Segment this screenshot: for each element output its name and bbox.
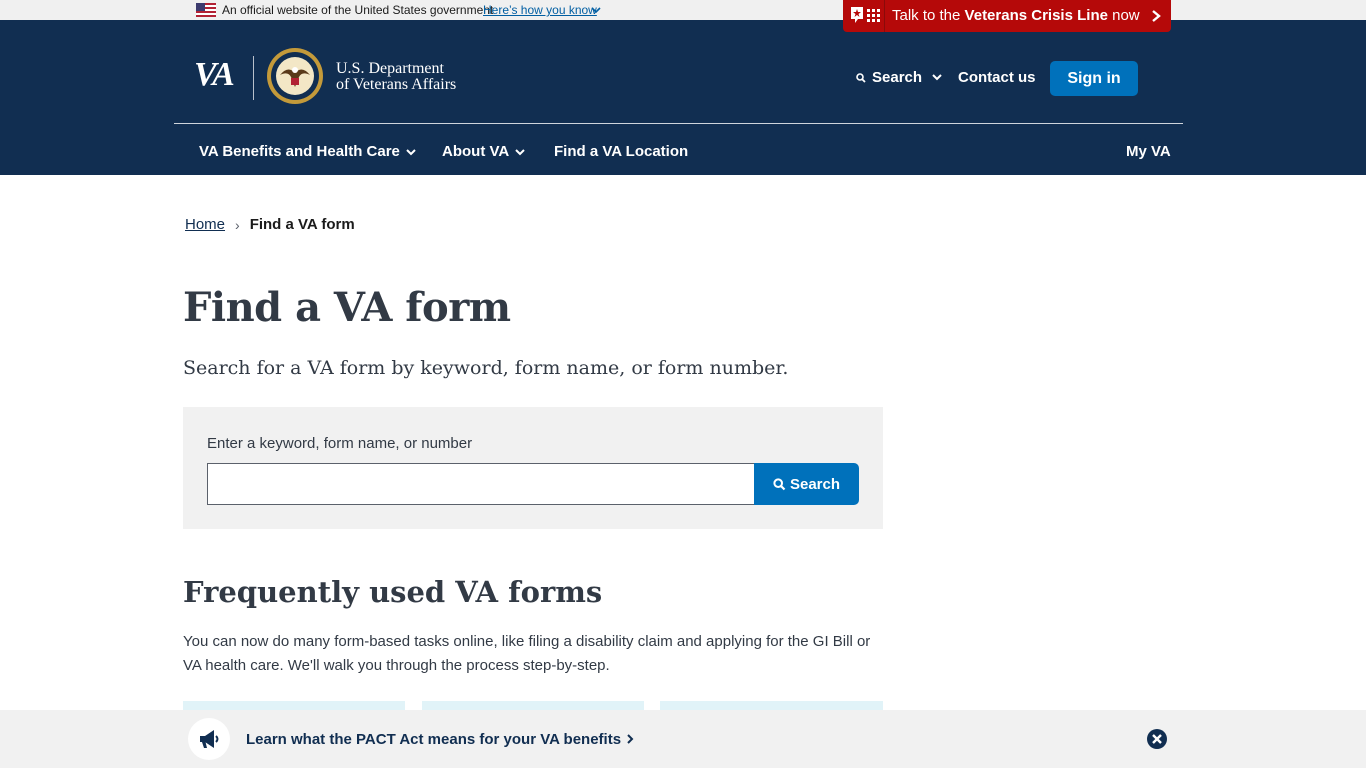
form-search-input[interactable] xyxy=(207,463,755,505)
official-website-text: An official website of the United States… xyxy=(222,3,494,17)
dept-line-2: of Veterans Affairs xyxy=(336,76,457,93)
crisis-divider xyxy=(884,0,885,32)
search-icon xyxy=(773,477,786,490)
form-search-panel: Enter a keyword, form name, or number Se… xyxy=(183,407,883,529)
nav-item-label: VA Benefits and Health Care xyxy=(199,143,400,160)
department-name: U.S. Department of Veterans Affairs xyxy=(336,61,456,93)
breadcrumb-current: Find a VA form xyxy=(249,216,355,233)
breadcrumb-home-link[interactable]: Home xyxy=(185,216,225,233)
va-logo[interactable]: VA xyxy=(194,56,235,94)
pact-act-banner: Learn what the PACT Act means for your V… xyxy=(0,710,1366,768)
how-you-know-link[interactable]: Here’s how you know xyxy=(483,3,597,17)
close-icon[interactable] xyxy=(1147,729,1167,749)
chevron-down-icon[interactable] xyxy=(931,71,943,83)
crisis-prefix: Talk to the xyxy=(892,7,965,24)
search-button-label: Search xyxy=(789,475,841,493)
nav-my-va[interactable]: My VA xyxy=(1126,143,1171,160)
pact-act-link-text: Learn what the PACT Act means for your V… xyxy=(246,731,622,748)
chevron-right-icon xyxy=(1152,10,1161,22)
nav-benefits-health-care[interactable]: VA Benefits and Health Care xyxy=(199,143,417,160)
page-title: Find a VA form xyxy=(183,284,511,331)
chevron-right-icon xyxy=(627,734,634,744)
nav-find-va-location[interactable]: Find a VA Location xyxy=(554,143,688,160)
site-header: VA U.S. Department of Veterans Affairs S… xyxy=(0,20,1366,175)
chevron-down-icon xyxy=(406,148,416,155)
pact-act-link[interactable]: Learn what the PACT Act means for your V… xyxy=(246,731,635,748)
nav-item-label: Find a VA Location xyxy=(554,143,689,160)
section-description: You can now do many form-based tasks onl… xyxy=(183,633,871,674)
crisis-bold: Veterans Crisis Line xyxy=(964,7,1108,24)
nav-divider xyxy=(174,123,1183,124)
search-icon xyxy=(856,72,866,83)
nav-about-va[interactable]: About VA xyxy=(442,143,526,160)
crisis-line-text: Talk to the Veterans Crisis Line now xyxy=(892,7,1140,24)
header-search-label: Search xyxy=(872,69,923,86)
breadcrumb-separator: › xyxy=(235,216,240,233)
megaphone-icon xyxy=(200,730,219,748)
nav-item-label: About VA xyxy=(442,143,510,160)
chevron-down-icon[interactable] xyxy=(590,4,602,16)
logo-divider xyxy=(253,56,254,100)
chevron-down-icon xyxy=(515,148,525,155)
dept-line-1: U.S. Department xyxy=(336,60,444,77)
veterans-crisis-line-button[interactable]: Talk to the Veterans Crisis Line now xyxy=(843,0,1171,32)
va-seal-icon[interactable] xyxy=(266,47,324,105)
page-lead: Search for a VA form by keyword, form na… xyxy=(183,357,789,379)
nav-item-label: My VA xyxy=(1126,143,1171,160)
sign-in-button[interactable]: Sign in xyxy=(1050,61,1138,96)
us-flag-icon xyxy=(196,3,216,17)
header-search-button[interactable]: Search xyxy=(856,69,922,86)
crisis-line-icon xyxy=(851,7,880,23)
breadcrumb: Home › Find a VA form xyxy=(185,216,355,233)
crisis-suffix: now xyxy=(1107,7,1140,24)
contact-us-link[interactable]: Contact us xyxy=(958,69,1036,86)
section-title: Frequently used VA forms xyxy=(183,575,603,609)
search-label: Enter a keyword, form name, or number xyxy=(207,435,473,452)
form-search-button[interactable]: Search xyxy=(754,463,859,505)
